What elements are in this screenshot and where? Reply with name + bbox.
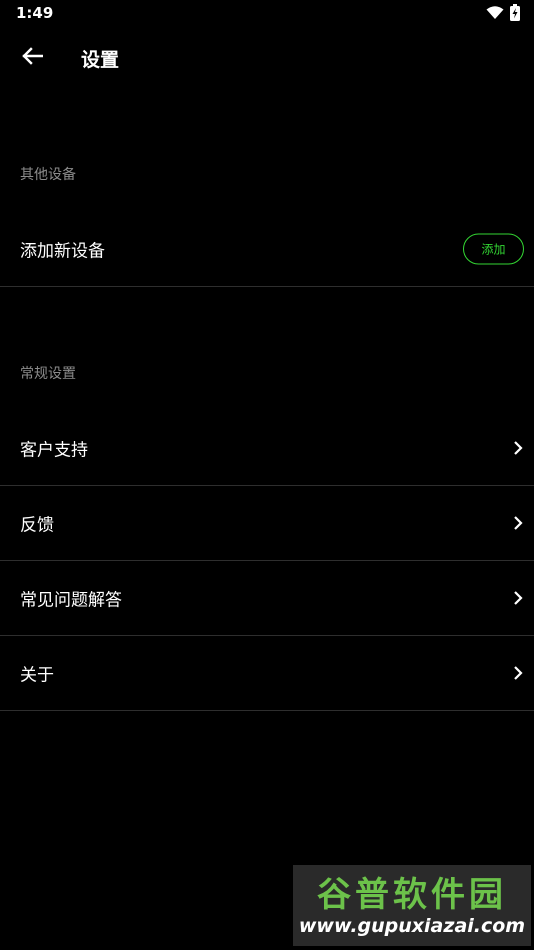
settings-item-customer-support[interactable]: 客户支持 — [0, 411, 534, 486]
chevron-right-icon — [510, 440, 526, 456]
watermark-logo: 谷普软件园 www.gupuxiazai.com — [293, 865, 531, 946]
settings-item-label: 客户支持 — [20, 440, 88, 461]
app-bar: 设置 — [0, 30, 534, 86]
back-button[interactable] — [18, 44, 46, 72]
settings-item-label: 反馈 — [20, 515, 54, 536]
section-header-other-devices: 其他设备 — [20, 167, 76, 183]
arrow-left-icon — [21, 47, 44, 69]
section-header-general: 常规设置 — [20, 366, 76, 382]
status-icons — [486, 4, 520, 25]
add-device-row: 添加新设备 添加 — [0, 212, 534, 287]
wifi-icon — [486, 5, 504, 24]
add-device-button[interactable]: 添加 — [463, 233, 524, 265]
watermark-logo-text: 谷普软件园 — [317, 874, 507, 915]
status-bar: 1:49 — [0, 0, 534, 26]
settings-item-about[interactable]: 关于 — [0, 636, 534, 711]
chevron-right-icon — [510, 665, 526, 681]
page-title: 设置 — [81, 49, 120, 71]
watermark-url: www.gupuxiazai.com — [298, 914, 526, 937]
settings-item-label: 常见问题解答 — [20, 590, 122, 611]
settings-item-feedback[interactable]: 反馈 — [0, 486, 534, 561]
settings-item-faq[interactable]: 常见问题解答 — [0, 561, 534, 636]
settings-item-label: 关于 — [20, 665, 54, 686]
battery-icon — [510, 4, 520, 25]
chevron-right-icon — [510, 590, 526, 606]
chevron-right-icon — [510, 515, 526, 531]
add-device-label: 添加新设备 — [20, 241, 105, 262]
status-time: 1:49 — [16, 4, 54, 22]
